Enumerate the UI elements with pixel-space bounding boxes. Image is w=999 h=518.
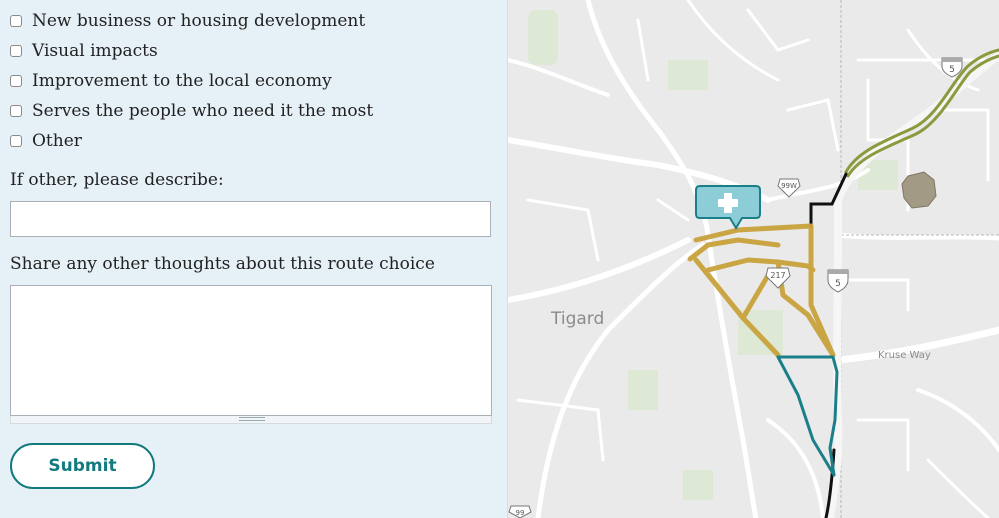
option-visual-impacts[interactable]: Visual impacts [10,36,373,66]
checkbox-list: New business or housing development Visu… [10,6,373,156]
shield-label: 217 [770,271,785,280]
checkbox[interactable] [10,105,22,117]
option-serves-people[interactable]: Serves the people who need it the most [10,96,373,126]
option-other[interactable]: Other [10,126,373,156]
option-new-business[interactable]: New business or housing development [10,6,373,36]
other-description-label: If other, please describe: [10,170,224,190]
checkbox-label: Improvement to the local economy [32,71,332,91]
thoughts-textarea[interactable] [10,285,492,416]
survey-form-panel: New business or housing development Visu… [0,0,508,518]
drag-handle-icon[interactable] [239,417,265,421]
landmark-blob [901,171,937,209]
route-map[interactable]: 99W 217 5 5 99 Tigard Kruse Way [508,0,999,518]
checkbox[interactable] [10,15,22,27]
checkbox[interactable] [10,135,22,147]
checkbox-label: Visual impacts [32,41,158,61]
other-description-input[interactable] [10,201,491,237]
textarea-resize-bar[interactable] [10,416,492,424]
option-local-economy[interactable]: Improvement to the local economy [10,66,373,96]
checkbox-label: New business or housing development [32,11,366,31]
place-label-tigard: Tigard [550,309,604,329]
checkbox[interactable] [10,75,22,87]
shield-label: 99 [516,509,525,517]
shield-label: 99W [781,182,797,190]
shield-label: 5 [835,279,841,289]
checkbox-label: Serves the people who need it the most [32,101,374,121]
submit-button[interactable]: Submit [10,443,155,489]
shield-label: 5 [949,65,955,75]
place-label-kruse-way: Kruse Way [878,350,931,361]
thoughts-label: Share any other thoughts about this rout… [10,254,435,274]
map-view[interactable]: 99W 217 5 5 99 Tigard Kruse Way [508,0,999,518]
checkbox[interactable] [10,45,22,57]
checkbox-label: Other [32,131,82,151]
